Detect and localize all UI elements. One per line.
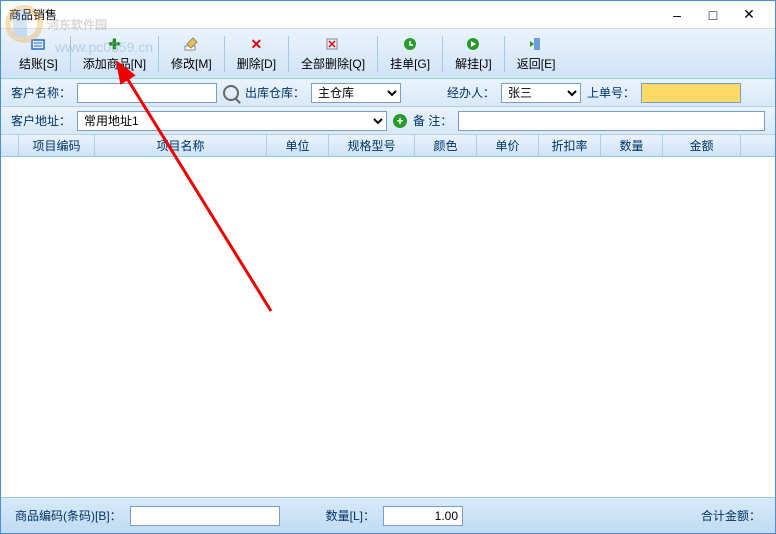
modify-button[interactable]: 修改[M] bbox=[161, 31, 222, 77]
customer-addr-label: 客户地址： bbox=[11, 112, 71, 129]
plus-icon: ✚ bbox=[105, 35, 123, 53]
remark-label: 备 注： bbox=[413, 112, 452, 129]
grid-body[interactable] bbox=[1, 157, 775, 497]
titlebar: 商品销售 – □ ✕ bbox=[1, 1, 775, 29]
delete-icon: ✕ bbox=[247, 35, 265, 53]
checkout-icon bbox=[29, 35, 47, 53]
order-no-input[interactable] bbox=[641, 83, 741, 103]
handler-select[interactable]: 张三 bbox=[501, 83, 581, 103]
handler-label: 经办人： bbox=[447, 84, 495, 101]
edit-icon bbox=[182, 35, 200, 53]
qty-label: 数量[L]： bbox=[326, 507, 375, 524]
window-title: 商品销售 bbox=[9, 6, 659, 23]
add-address-icon[interactable]: + bbox=[393, 114, 407, 128]
search-icon[interactable] bbox=[223, 85, 239, 101]
grid-area: 项目编码项目名称单位规格型号颜色单价折扣率数量金额 bbox=[1, 135, 775, 497]
order-no-label: 上单号： bbox=[587, 84, 635, 101]
back-icon bbox=[527, 35, 545, 53]
resume-button[interactable]: 解挂[J] bbox=[445, 31, 502, 77]
column-header[interactable]: 折扣率 bbox=[539, 135, 601, 156]
column-header[interactable]: 单位 bbox=[267, 135, 329, 156]
column-header[interactable]: 项目名称 bbox=[95, 135, 267, 156]
barcode-input[interactable] bbox=[130, 506, 280, 526]
form-row-1: 客户名称： 出库仓库： 主仓库 经办人： 张三 上单号： bbox=[1, 79, 775, 107]
footer: 商品编码(条码)[B]： 数量[L]： 合计金额： bbox=[1, 497, 775, 533]
column-header[interactable]: 单价 bbox=[477, 135, 539, 156]
total-label: 合计金额： bbox=[701, 507, 761, 524]
column-header[interactable]: 金额 bbox=[663, 135, 741, 156]
delete-all-button[interactable]: 全部删除[Q] bbox=[291, 31, 375, 77]
toolbar: 结账[S] ✚ 添加商品[N] 修改[M] ✕ 删除[D] 全部删除[Q] 挂单… bbox=[1, 29, 775, 79]
app-window: 河东软件园 www.pc0359.cn 商品销售 – □ ✕ 结账[S] ✚ 添… bbox=[0, 0, 776, 534]
customer-name-input[interactable] bbox=[77, 83, 217, 103]
delete-button[interactable]: ✕ 删除[D] bbox=[227, 31, 286, 77]
grid-header: 项目编码项目名称单位规格型号颜色单价折扣率数量金额 bbox=[1, 135, 775, 157]
out-warehouse-label: 出库仓库： bbox=[245, 84, 305, 101]
column-header[interactable]: 项目编码 bbox=[19, 135, 95, 156]
back-button[interactable]: 返回[E] bbox=[507, 31, 566, 77]
minimize-button[interactable]: – bbox=[659, 7, 695, 23]
barcode-label: 商品编码(条码)[B]： bbox=[15, 507, 122, 524]
column-header[interactable]: 数量 bbox=[601, 135, 663, 156]
resume-icon bbox=[464, 35, 482, 53]
out-warehouse-select[interactable]: 主仓库 bbox=[311, 83, 401, 103]
column-header[interactable]: 规格型号 bbox=[329, 135, 415, 156]
add-product-button[interactable]: ✚ 添加商品[N] bbox=[73, 31, 156, 77]
qty-input[interactable] bbox=[383, 506, 463, 526]
remark-input[interactable] bbox=[458, 111, 765, 131]
suspend-icon bbox=[401, 35, 419, 53]
form-row-2: 客户地址： 常用地址1 + 备 注： bbox=[1, 107, 775, 135]
checkout-button[interactable]: 结账[S] bbox=[9, 31, 68, 77]
customer-name-label: 客户名称： bbox=[11, 84, 71, 101]
maximize-button[interactable]: □ bbox=[695, 7, 731, 23]
customer-addr-select[interactable]: 常用地址1 bbox=[77, 111, 387, 131]
close-button[interactable]: ✕ bbox=[731, 6, 767, 23]
column-header[interactable]: 颜色 bbox=[415, 135, 477, 156]
delete-all-icon bbox=[324, 35, 342, 53]
suspend-button[interactable]: 挂单[G] bbox=[380, 31, 440, 77]
